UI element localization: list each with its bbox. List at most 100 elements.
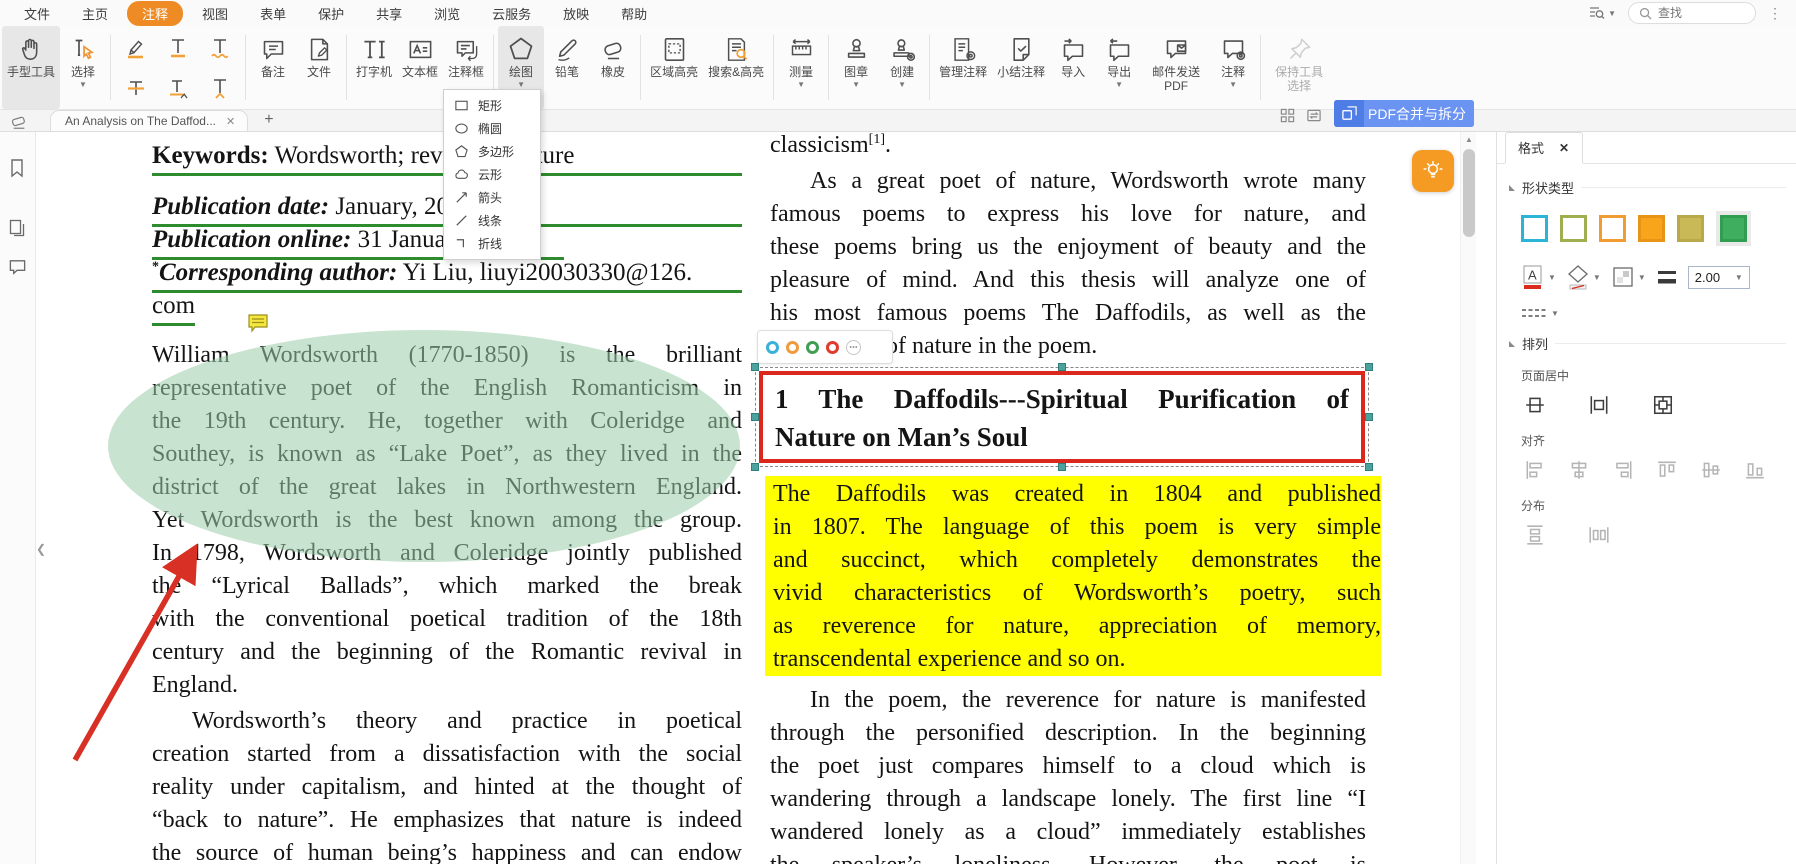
underline-text-button[interactable] (160, 31, 196, 65)
menu-home[interactable]: 主页 (66, 1, 124, 26)
replace-text-button[interactable] (160, 71, 196, 105)
shape-style-orange-outline[interactable] (1599, 215, 1626, 242)
export-comments-button[interactable]: 导出 ▼ (1096, 26, 1142, 109)
hand-tool-button[interactable]: 手型工具 (2, 26, 60, 109)
align-top-button[interactable] (1653, 457, 1681, 483)
color-swatch-red[interactable] (826, 341, 839, 354)
menu-item-rectangle[interactable]: 矩形 (444, 94, 540, 117)
shape-style-olive-outline[interactable] (1560, 215, 1587, 242)
red-arrow-annotation[interactable] (55, 532, 255, 777)
menu-item-polygon[interactable]: 多边形 (444, 140, 540, 163)
yellow-highlight-annotation[interactable]: The Daffodils was created in 1804 and pu… (765, 476, 1381, 676)
green-ellipse-annotation[interactable] (108, 330, 740, 562)
tips-lightbulb-button[interactable] (1412, 150, 1454, 192)
color-swatch-blue[interactable] (766, 341, 779, 354)
create-stamp-button[interactable]: 创建 ▼ (879, 26, 925, 109)
distribute-horizontally-button[interactable] (1585, 522, 1613, 548)
close-tab-icon[interactable]: ✕ (226, 115, 235, 128)
center-horizontally-button[interactable] (1585, 392, 1613, 418)
strikethrough-button[interactable] (118, 71, 154, 105)
menu-item-line[interactable]: 线条 (444, 209, 540, 232)
menu-slideshow[interactable]: 放映 (547, 1, 605, 26)
menu-share[interactable]: 共享 (360, 1, 418, 26)
format-tab[interactable]: 格式 ✕ (1505, 132, 1583, 164)
area-highlight-button[interactable]: 区域高亮 (645, 26, 703, 109)
bookmarks-panel-icon[interactable] (8, 158, 26, 178)
menu-comment-active[interactable]: 注释 (127, 1, 183, 26)
read-mode-button[interactable]: ▼ (1589, 6, 1616, 20)
menu-item-ellipse[interactable]: 椭圆 (444, 117, 540, 140)
distribute-vertically-button[interactable] (1521, 522, 1549, 548)
search-highlight-button[interactable]: 搜索&高亮 (703, 26, 769, 109)
resize-handle[interactable] (751, 413, 759, 421)
resize-handle[interactable] (1058, 363, 1066, 371)
pencil-button[interactable]: 铅笔 (544, 26, 590, 109)
scroll-up-icon[interactable]: ▲ (1461, 135, 1477, 144)
opacity-button[interactable]: ▼ (1611, 265, 1646, 289)
menu-item-polyline[interactable]: 折线 (444, 232, 540, 255)
new-tab-button[interactable]: + (264, 111, 273, 129)
search-input[interactable] (1658, 6, 1744, 20)
highlight-text-button[interactable] (118, 31, 154, 65)
scrollbar-thumb[interactable] (1463, 149, 1475, 237)
menu-form[interactable]: 表单 (244, 1, 302, 26)
comments-list-icon[interactable] (8, 258, 27, 276)
pages-panel-icon[interactable] (8, 218, 26, 238)
resize-handle[interactable] (1365, 413, 1373, 421)
resize-handle[interactable] (751, 463, 759, 471)
document-canvas[interactable]: ❮ Keywords: Wordsworth; review of nature… (36, 132, 1460, 864)
eraser-button[interactable]: 橡皮 (590, 26, 636, 109)
resize-handle[interactable] (1365, 363, 1373, 371)
shape-style-cyan-outline[interactable] (1521, 215, 1548, 242)
red-rectangle-annotation[interactable]: 1 The Daffodils---Spiritual Purification… (759, 371, 1365, 463)
summarize-comments-button[interactable]: 小结注释 (992, 26, 1050, 109)
collapse-triangle-icon[interactable] (1509, 185, 1515, 191)
search-box[interactable] (1628, 2, 1756, 24)
select-tool-button[interactable]: 选择 ▼ (60, 26, 106, 109)
import-comments-button[interactable]: 导入 (1050, 26, 1096, 109)
menu-cloud[interactable]: 云服务 (476, 1, 547, 26)
thumbnail-grid-icon[interactable] (1280, 108, 1295, 123)
font-color-button[interactable]: A ▼ (1521, 264, 1556, 290)
shape-style-orange-fill[interactable] (1638, 215, 1665, 242)
center-vertically-button[interactable] (1521, 392, 1549, 418)
color-swatch-green[interactable] (806, 341, 819, 354)
more-colors-icon[interactable]: ••• (846, 340, 861, 355)
typewriter-button[interactable]: 打字机 (351, 26, 397, 109)
shape-style-green-fill-selected[interactable] (1720, 215, 1747, 242)
resize-handle[interactable] (1058, 463, 1066, 471)
stamp-button[interactable]: 图章 ▼ (833, 26, 879, 109)
collapse-triangle-icon[interactable] (1509, 341, 1515, 347)
align-left-button[interactable] (1521, 457, 1549, 483)
shape-style-khaki-fill[interactable] (1677, 215, 1704, 242)
pdf-merge-split-button[interactable]: PDF合并与拆分 (1334, 100, 1474, 127)
align-right-button[interactable] (1609, 457, 1637, 483)
vertical-scrollbar[interactable]: ▲ (1460, 132, 1476, 864)
align-bottom-button[interactable] (1741, 457, 1769, 483)
measure-button[interactable]: 测量 ▼ (778, 26, 824, 109)
resize-handle[interactable] (1365, 463, 1373, 471)
dash-style-button[interactable]: ▼ (1521, 306, 1796, 320)
menu-protect[interactable]: 保护 (302, 1, 360, 26)
document-tab[interactable]: An Analysis on The Daffod... ✕ (50, 110, 248, 131)
menu-file[interactable]: 文件 (8, 1, 66, 26)
resize-handle[interactable] (751, 363, 759, 371)
clear-annotation-icon[interactable] (10, 114, 28, 130)
swap-view-icon[interactable] (1306, 108, 1322, 123)
insert-text-button[interactable] (202, 71, 238, 105)
center-both-button[interactable] (1649, 392, 1677, 418)
more-menu-icon[interactable]: ⋮ (1768, 5, 1782, 22)
align-middle-button[interactable] (1697, 457, 1725, 483)
line-width-spinner[interactable]: 2.00 ▼ (1688, 266, 1750, 289)
comments-panel-button[interactable]: 注释 ▼ (1210, 26, 1256, 109)
textbox-button[interactable]: 文本框 (397, 26, 443, 109)
email-pdf-button[interactable]: 邮件发送PDF (1142, 26, 1210, 109)
note-button[interactable]: 备注 (250, 26, 296, 109)
sticky-note-icon[interactable] (247, 313, 269, 333)
menu-view[interactable]: 视图 (186, 1, 244, 26)
file-attach-button[interactable]: 文件 (296, 26, 342, 109)
fill-color-button[interactable]: ▼ (1566, 264, 1601, 290)
menu-item-arrow[interactable]: 箭头 (444, 186, 540, 209)
menu-browse[interactable]: 浏览 (418, 1, 476, 26)
menu-help[interactable]: 帮助 (605, 1, 663, 26)
